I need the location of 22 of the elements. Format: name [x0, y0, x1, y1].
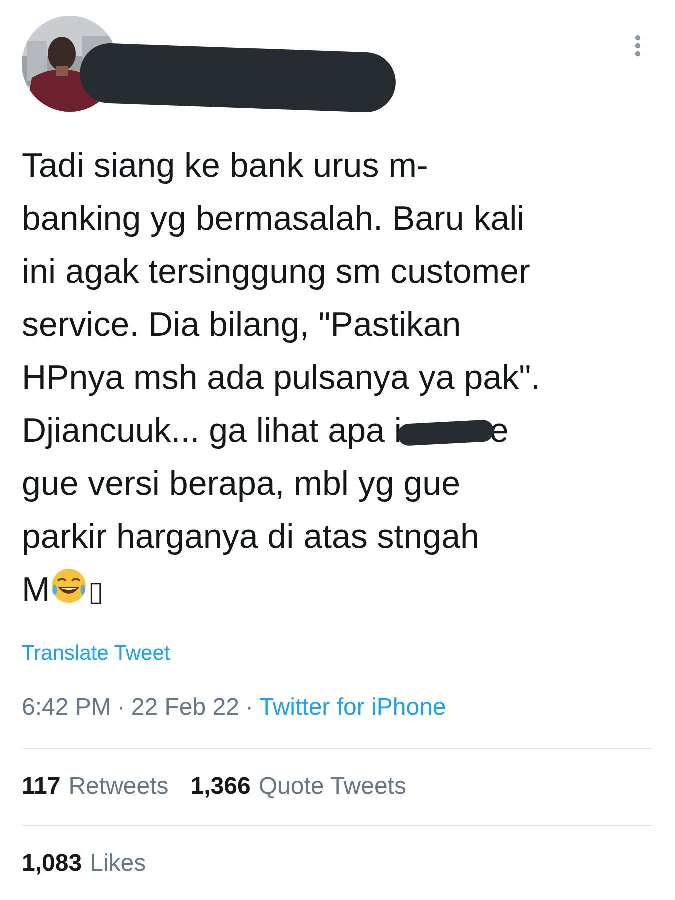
tweet-text-line: HPnya msh ada pulsanya ya pak".: [22, 358, 542, 399]
more-options-icon[interactable]: [634, 34, 642, 58]
tweet-source-link[interactable]: Twitter for iPhone: [259, 694, 446, 720]
stat-count[interactable]: 117: [22, 768, 61, 804]
tweet-text-line: parkir harganya di atas stngah: [22, 517, 480, 558]
tweet-text-line: gue versi berapa, mbl yg gue: [22, 464, 462, 505]
translate-link[interactable]: Translate Tweet: [22, 642, 170, 665]
tweet-text-line: banking yg bermasalah. Baru kali: [22, 199, 526, 240]
likes-label[interactable]: Likes: [90, 846, 146, 882]
tweet-text-line: M ▯: [22, 564, 653, 618]
separator-dot: ·: [117, 694, 126, 720]
tweet-text-line: service. Dia bilang, "Pastikan: [22, 305, 462, 346]
laughing-face-icon: [50, 567, 88, 605]
tweet-text-line: Tadi siang ke bank urus m-: [22, 146, 430, 187]
tweet-date: 22 Feb 22: [131, 694, 240, 720]
stat-label[interactable]: Retweets: [68, 768, 169, 804]
stat-label[interactable]: Quote Tweets: [258, 768, 406, 804]
tweet-time: 6:42 PM: [22, 694, 112, 720]
tweet-text-line: ini agak tersinggung sm customer: [22, 252, 532, 293]
stat-count[interactable]: 1,366: [190, 768, 251, 804]
separator-dot: ·: [245, 694, 254, 720]
likes-count[interactable]: 1,083: [22, 846, 82, 882]
